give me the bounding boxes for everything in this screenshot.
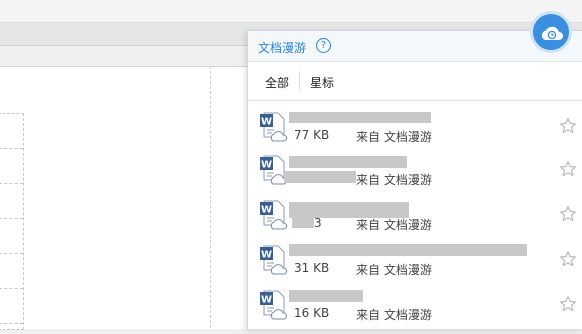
- word-doc-cloud-icon: W: [260, 112, 288, 142]
- star-icon[interactable]: [559, 117, 577, 135]
- help-icon[interactable]: ?: [316, 38, 331, 53]
- file-source: 来自 文档漫游: [356, 130, 432, 144]
- star-icon[interactable]: [559, 250, 577, 268]
- star-icon[interactable]: [559, 205, 577, 223]
- document-roaming-panel: 文档漫游 ? 全部 星标 W 77 KB 来自 文档漫游 W 来自 文档漫游 W…: [247, 30, 582, 329]
- svg-text:W: W: [261, 250, 272, 261]
- file-size: 3: [314, 216, 322, 230]
- file-row[interactable]: W 31 KB 来自 文档漫游: [248, 244, 582, 289]
- panel-title: 文档漫游: [258, 41, 307, 55]
- document-table-column: [0, 113, 24, 330]
- redacted-file-size: [284, 171, 356, 183]
- file-row[interactable]: W 3 来自 文档漫游: [248, 199, 582, 244]
- redacted-file-name: [289, 244, 527, 256]
- file-row[interactable]: W 来自 文档漫游: [248, 154, 582, 199]
- cloud-clock-icon: [541, 26, 563, 40]
- redacted-file-name: [289, 112, 431, 123]
- file-row[interactable]: W 16 KB 来自 文档漫游: [248, 289, 582, 334]
- redacted-file-name: [289, 156, 407, 168]
- word-doc-cloud-icon: W: [260, 245, 288, 275]
- file-source: 来自 文档漫游: [356, 173, 432, 187]
- svg-text:W: W: [261, 160, 272, 171]
- tab-divider: [299, 71, 300, 91]
- cloud-roaming-button[interactable]: [530, 11, 572, 53]
- file-row[interactable]: W 77 KB 来自 文档漫游: [248, 111, 582, 156]
- word-doc-cloud-icon: W: [260, 200, 288, 230]
- file-size: 77 KB: [294, 128, 330, 142]
- word-doc-cloud-icon: W: [260, 290, 288, 320]
- file-source: 来自 文档漫游: [356, 263, 432, 277]
- redacted-file-name: [289, 290, 363, 302]
- document-margin: [0, 46, 248, 66]
- file-size: 16 KB: [294, 306, 330, 320]
- app-toolbar: [0, 0, 582, 23]
- tab-starred[interactable]: 星标: [310, 74, 334, 91]
- star-icon[interactable]: [559, 160, 577, 178]
- document-margin-guide: [210, 66, 211, 328]
- star-icon[interactable]: [559, 295, 577, 313]
- svg-text:W: W: [261, 295, 272, 306]
- file-source: 来自 文档漫游: [356, 308, 432, 322]
- file-source: 来自 文档漫游: [356, 218, 432, 232]
- tab-all[interactable]: 全部: [265, 74, 289, 91]
- panel-tabs: 全部 星标: [248, 62, 582, 101]
- svg-text:W: W: [261, 205, 272, 216]
- svg-text:W: W: [261, 117, 272, 128]
- redacted-file-size: [292, 218, 314, 228]
- file-size: 31 KB: [294, 261, 330, 275]
